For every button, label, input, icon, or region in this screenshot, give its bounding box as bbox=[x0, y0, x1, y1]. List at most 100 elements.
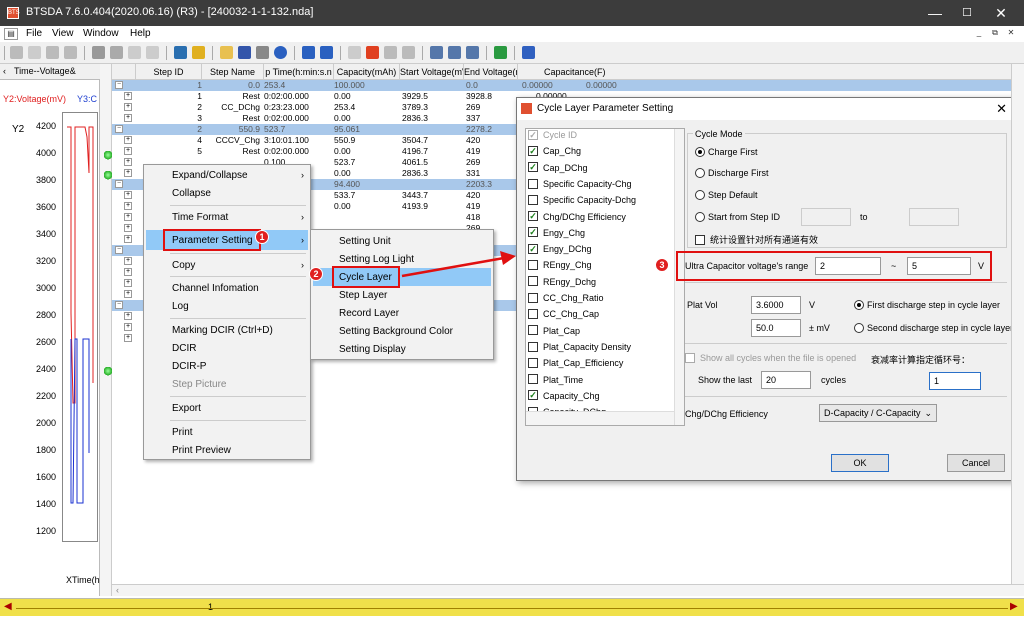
checkbox-icon[interactable] bbox=[528, 325, 538, 336]
menu-print[interactable]: Print bbox=[172, 427, 193, 438]
pointer-icon[interactable] bbox=[28, 46, 41, 59]
expand-icon[interactable]: + bbox=[124, 92, 132, 100]
collapse-icon[interactable]: − bbox=[115, 301, 123, 309]
submenu-setting-display[interactable]: Setting Display bbox=[339, 344, 406, 355]
expand-icon[interactable]: + bbox=[124, 312, 132, 320]
checklist-item[interactable]: Plat_Time bbox=[528, 374, 583, 389]
show-last-input[interactable]: 20 bbox=[761, 371, 811, 389]
cycle-row[interactable]: − 1 0.0 253.4 100.000 0.0 bbox=[112, 80, 518, 91]
mdi-close-icon[interactable]: ✕ bbox=[1004, 28, 1018, 40]
radio-discharge-first[interactable]: Discharge First bbox=[695, 167, 769, 179]
help-icon[interactable] bbox=[274, 46, 287, 59]
start-step-input[interactable] bbox=[801, 208, 851, 226]
mdi-minimize-icon[interactable]: _ bbox=[972, 28, 986, 40]
menu-log[interactable]: Log bbox=[172, 301, 189, 312]
grid-vertical-scrollbar[interactable] bbox=[1011, 64, 1024, 584]
zoom-in-icon[interactable] bbox=[46, 46, 59, 59]
checklist-item[interactable]: Specific Capacity-Chg bbox=[528, 178, 632, 193]
checkbox-icon[interactable] bbox=[528, 308, 538, 319]
checkbox-icon[interactable] bbox=[528, 292, 538, 303]
radio-first-discharge[interactable]: First discharge step in cycle layer bbox=[854, 299, 1000, 311]
collapse-icon[interactable]: − bbox=[115, 81, 123, 89]
line-icon[interactable] bbox=[174, 46, 187, 59]
menu-marking-dcir[interactable]: Marking DCIR (Ctrl+D) bbox=[172, 325, 273, 336]
checkbox-icon[interactable] bbox=[528, 194, 538, 205]
mdi-restore-icon[interactable]: ⧉ bbox=[988, 28, 1002, 40]
expand-icon[interactable]: + bbox=[124, 202, 132, 210]
submenu-record-layer[interactable]: Record Layer bbox=[339, 308, 399, 319]
print-icon[interactable] bbox=[256, 46, 269, 59]
header-step-name[interactable]: Step Name bbox=[202, 64, 264, 80]
checklist-item[interactable]: ✓ Chg/DChg Efficiency bbox=[528, 211, 626, 226]
expand-icon[interactable]: + bbox=[124, 136, 132, 144]
step-row[interactable]: +5 Rest 0:02:00.000 0.00 4196.7 419 bbox=[112, 146, 518, 157]
menu-time-format[interactable]: Time Format bbox=[172, 212, 228, 223]
maximize-button[interactable]: ☐ bbox=[950, 0, 984, 26]
forward-icon[interactable] bbox=[320, 46, 333, 59]
radio-second-discharge[interactable]: Second discharge step in cycle layer bbox=[854, 322, 1013, 334]
decay-cycle-input[interactable]: 1 bbox=[929, 372, 981, 390]
expand-icon[interactable]: + bbox=[124, 169, 132, 177]
expand-icon[interactable]: + bbox=[124, 224, 132, 232]
menu-expand-collapse[interactable]: Expand/Collapse bbox=[172, 170, 248, 181]
close-button[interactable]: ✕ bbox=[984, 0, 1018, 26]
checklist-item[interactable]: ✓ Cycle ID bbox=[528, 129, 577, 144]
checked-checkbox-icon[interactable]: ✓ bbox=[528, 390, 538, 401]
status-left-arrow-icon[interactable]: ◀ bbox=[4, 601, 12, 612]
submenu-background-color[interactable]: Setting Background Color bbox=[339, 326, 453, 337]
checklist-item[interactable]: REngy_Dchg bbox=[528, 276, 596, 291]
ok-button[interactable]: OK bbox=[831, 454, 889, 472]
checkbox-icon[interactable] bbox=[528, 276, 538, 287]
tab-prev-icon[interactable]: ‹ bbox=[3, 66, 6, 76]
grid-icon[interactable] bbox=[384, 46, 397, 59]
expand-icon[interactable]: + bbox=[124, 279, 132, 287]
back-icon[interactable] bbox=[302, 46, 315, 59]
header-capacitance[interactable]: Capacitance(F) bbox=[544, 67, 606, 77]
header-step-time[interactable]: p Time(h:min:s.n bbox=[264, 64, 334, 80]
checklist-item[interactable]: Specific Capacity-Dchg bbox=[528, 194, 636, 209]
en-icon[interactable] bbox=[348, 46, 361, 59]
menu-copy[interactable]: Copy bbox=[172, 260, 195, 271]
expand-icon[interactable]: + bbox=[124, 114, 132, 122]
excel-icon[interactable] bbox=[494, 46, 507, 59]
language-icon[interactable] bbox=[522, 46, 535, 59]
expand-icon[interactable]: + bbox=[124, 290, 132, 298]
checklist-item[interactable]: ✓ Cap_Chg bbox=[528, 145, 581, 160]
checklist-item[interactable]: Plat_Capacity Density bbox=[528, 341, 631, 356]
checklist-item[interactable]: Plat_Cap bbox=[528, 325, 580, 340]
menu-file[interactable]: File bbox=[26, 28, 42, 39]
efficiency-select[interactable]: D-Capacity / C-Capacity ⌄ bbox=[819, 404, 937, 422]
undo-icon[interactable] bbox=[128, 46, 141, 59]
checked-checkbox-icon[interactable]: ✓ bbox=[528, 243, 538, 254]
status-right-arrow-icon[interactable]: ▶ bbox=[1010, 601, 1018, 612]
table-icon[interactable] bbox=[92, 46, 105, 59]
end-step-input[interactable] bbox=[909, 208, 959, 226]
checkbox-show-all-cycles[interactable]: Show all cycles when the file is opened bbox=[685, 352, 856, 364]
collapse-icon[interactable]: − bbox=[115, 246, 123, 254]
list-icon[interactable] bbox=[402, 46, 415, 59]
checklist-hscroll[interactable] bbox=[526, 411, 674, 425]
expand-icon[interactable]: + bbox=[124, 158, 132, 166]
plat-tolerance-input[interactable]: 50.0 bbox=[751, 319, 801, 337]
chart-vertical-scrollbar[interactable] bbox=[100, 64, 112, 596]
checked-checkbox-icon[interactable]: ✓ bbox=[528, 227, 538, 238]
grid-horizontal-scrollbar[interactable]: ‹ bbox=[112, 584, 1024, 596]
checklist-item[interactable]: REngy_Chg bbox=[528, 260, 592, 274]
expand-icon[interactable]: + bbox=[124, 334, 132, 342]
step-row[interactable]: +3 Rest 0:02:00.000 0.00 2836.3 337 bbox=[112, 113, 518, 124]
checked-checkbox-icon[interactable]: ✓ bbox=[528, 129, 538, 140]
zoom-out-icon[interactable] bbox=[64, 46, 77, 59]
step-row[interactable]: +1 Rest 0:02:00.000 0.00 3929.5 3928.8 bbox=[112, 91, 518, 102]
marker-icon[interactable] bbox=[366, 46, 379, 59]
checkbox-icon[interactable] bbox=[528, 341, 538, 352]
submenu-setting-unit[interactable]: Setting Unit bbox=[339, 236, 391, 247]
cols-icon[interactable] bbox=[448, 46, 461, 59]
tab-time-voltage[interactable]: Time--Voltage& bbox=[14, 66, 76, 76]
expand-icon[interactable]: + bbox=[124, 323, 132, 331]
header-capacity[interactable]: Capacity(mAh) bbox=[334, 64, 400, 80]
menu-dcir[interactable]: DCIR bbox=[172, 343, 196, 354]
checkbox-icon[interactable] bbox=[528, 374, 538, 385]
document-icon[interactable]: ▤ bbox=[4, 28, 18, 40]
expand-icon[interactable]: + bbox=[124, 213, 132, 221]
checklist-item[interactable]: Plat_Cap_Efficiency bbox=[528, 357, 623, 372]
